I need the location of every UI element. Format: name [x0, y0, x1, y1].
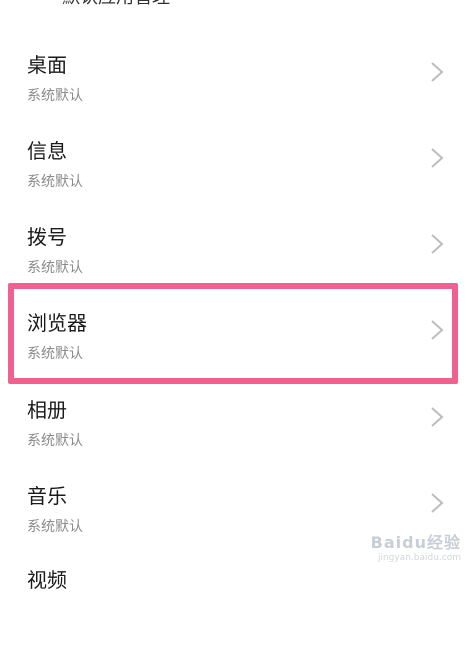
watermark-url: jingyan.baidu.com [377, 553, 461, 563]
page-header: 默认应用管理 [26, 0, 170, 9]
item-title: 音乐 [27, 484, 67, 508]
item-title: 拨号 [27, 225, 67, 249]
baidu-jingyan-watermark: Baidu经验 jingyan.baidu.com [371, 529, 461, 563]
list-item-gallery[interactable]: 相册 系统默认 [0, 398, 475, 484]
page-title: 默认应用管理 [62, 0, 170, 9]
item-subtitle: 系统默认 [27, 174, 83, 190]
list-item-dialer[interactable]: 拨号 系统默认 [0, 225, 475, 311]
list-item-desktop[interactable]: 桌面 系统默认 [0, 53, 475, 139]
item-title: 信息 [27, 139, 67, 163]
chevron-right-icon [431, 493, 444, 513]
list-item-messages[interactable]: 信息 系统默认 [0, 139, 475, 225]
item-subtitle: 系统默认 [27, 88, 83, 104]
item-subtitle: 系统默认 [27, 433, 83, 449]
item-title: 相册 [27, 398, 67, 422]
chevron-right-icon [431, 148, 444, 168]
watermark-brand: Baidu经验 [370, 533, 461, 552]
item-title: 浏览器 [27, 311, 87, 335]
list-item-browser[interactable]: 浏览器 系统默认 [0, 311, 475, 397]
chevron-right-icon [431, 62, 444, 82]
item-subtitle: 系统默认 [27, 260, 83, 276]
chevron-right-icon [431, 234, 444, 254]
item-title: 桌面 [27, 53, 67, 77]
chevron-right-icon [431, 407, 444, 427]
item-subtitle: 系统默认 [27, 519, 83, 535]
item-subtitle: 系统默认 [27, 346, 83, 362]
item-title: 视频 [27, 568, 67, 592]
chevron-right-icon [431, 320, 444, 340]
